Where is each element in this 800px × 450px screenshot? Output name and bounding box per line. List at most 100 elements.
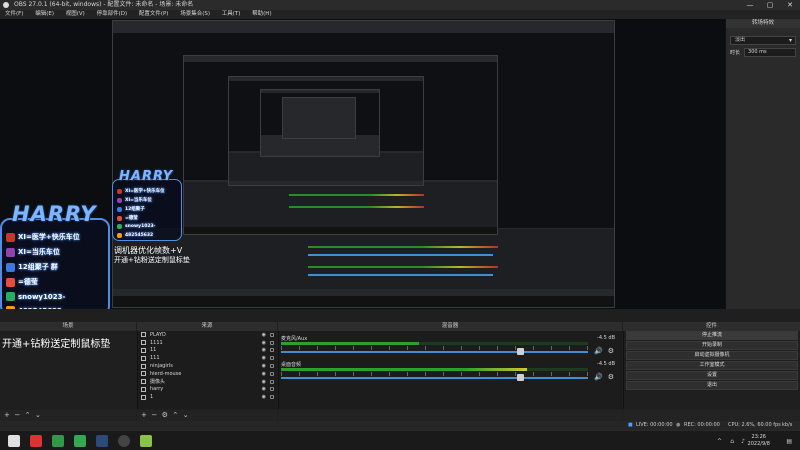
lock-icon <box>270 364 274 369</box>
title-bar: OBS 27.0.1 (64-bit, windows) - 配置文件: 未命名… <box>0 0 800 10</box>
channel-db: -4.5 dB <box>597 335 615 341</box>
text-source-icon <box>141 340 146 346</box>
source-item[interactable]: 111 ◉ <box>138 354 277 362</box>
network-icon[interactable]: ⌂ <box>730 438 734 445</box>
clock[interactable]: 23:26 2022/9/8 <box>748 434 770 448</box>
source-item[interactable]: 11 ◉ <box>138 347 277 355</box>
add-scene-icon[interactable]: + <box>4 411 10 419</box>
start-icon[interactable] <box>8 435 20 447</box>
menu-docks[interactable]: 停靠部件(D) <box>92 10 133 19</box>
overlay-line: XI=当乐车位 <box>6 247 60 257</box>
source-item[interactable]: 1 ◉ <box>138 393 277 401</box>
speaker-icon[interactable]: 🔊 <box>594 347 603 355</box>
start-recording-button[interactable]: 开始录制 <box>626 341 798 350</box>
netease-music-icon[interactable] <box>30 435 42 447</box>
menu-edit[interactable]: 编辑(E) <box>30 10 59 19</box>
mixer-channel-mic: 麦克风/Aux -4.5 dB 🔊 ⚙ <box>279 333 623 359</box>
menu-scene-collection[interactable]: 场景集合(S) <box>175 10 215 19</box>
media-source-icon <box>141 363 146 369</box>
sources-header: 来源 <box>137 322 277 331</box>
source-item[interactable]: PLAYD ◉ <box>138 331 277 339</box>
transition-select[interactable]: 淡出 <box>730 36 796 45</box>
eye-icon: ◉ <box>261 370 266 377</box>
move-down-icon[interactable]: ⌄ <box>35 411 41 419</box>
stop-streaming-button[interactable]: 停止推流 <box>626 331 798 340</box>
text-source-icon <box>141 332 146 338</box>
sources-toolbar: + − ⚙ ⌃ ⌄ <box>137 410 277 421</box>
settings-button[interactable]: 设置 <box>626 371 798 380</box>
eye-icon: ◉ <box>261 331 266 338</box>
volume-slider-track[interactable] <box>281 377 588 379</box>
volume-slider-knob[interactable] <box>517 374 525 381</box>
overlay-card: HARRY XI=医学+快乐车位 XI=当乐车位 12组聚子群 =德莹 snow… <box>0 202 110 309</box>
windows-taskbar: ^ ⌂ ♪ 23:26 2022/9/8 ▤ <box>0 430 800 450</box>
speaker-icon[interactable]: 🔊 <box>594 373 603 381</box>
menu-profile[interactable]: 配置文件(P) <box>134 10 174 19</box>
start-virtual-camera-button[interactable]: 启动虚拟摄像机 <box>626 351 798 360</box>
text-source-icon <box>141 347 146 353</box>
gear-icon[interactable]: ⚙ <box>608 347 614 355</box>
status-bar: ■ LIVE: 00:00:00 ● REC: 00:00:00 CPU: 2.… <box>0 421 800 430</box>
menu-view[interactable]: 视图(V) <box>61 10 90 19</box>
mixer-header: 混音器 <box>278 322 622 331</box>
controls-header: 控件 <box>623 322 800 331</box>
chevron-up-icon[interactable]: ^ <box>717 438 722 445</box>
move-up-icon[interactable]: ⌃ <box>25 411 31 419</box>
gear-icon[interactable]: ⚙ <box>608 373 614 381</box>
overlay-line: snowy1023- <box>117 224 155 229</box>
live-time: LIVE: 00:00:00 <box>636 422 673 428</box>
volume-slider-track[interactable] <box>281 351 588 353</box>
lock-icon <box>270 379 274 384</box>
nested-meter <box>308 266 498 268</box>
gear-icon[interactable]: ⚙ <box>162 411 168 419</box>
controls-toolbar <box>623 410 800 421</box>
meter-ticks <box>281 372 588 376</box>
eye-icon: ◉ <box>261 355 266 362</box>
mixer-toolbar <box>278 410 622 421</box>
sources-dock: PLAYD ◉ 1111 ◉ 11 ◉ 111 ◉ ninjagirls ◉ hierd-… <box>137 331 277 409</box>
source-item[interactable]: 1111 ◉ <box>138 339 277 347</box>
duration-input[interactable]: 300 ms <box>744 48 796 57</box>
studio-mode-button[interactable]: 工作室模式 <box>626 361 798 370</box>
remove-source-icon[interactable]: − <box>151 411 157 419</box>
overlay-line: XI=当乐车位 <box>117 197 152 203</box>
remove-scene-icon[interactable]: − <box>14 411 20 419</box>
nested-docks <box>229 153 423 181</box>
obs-icon[interactable] <box>118 435 130 447</box>
close-button[interactable]: ✕ <box>780 0 800 10</box>
menu-file[interactable]: 文件(F) <box>0 10 28 19</box>
steam-icon[interactable] <box>96 435 108 447</box>
source-item[interactable]: ninjagirls ◉ <box>138 362 277 370</box>
notifications-icon[interactable]: ▤ <box>786 438 792 445</box>
menu-help[interactable]: 帮助(H) <box>247 10 276 19</box>
minimize-button[interactable]: — <box>740 0 760 10</box>
camera-source-icon <box>141 379 146 385</box>
wegame-icon[interactable] <box>140 435 152 447</box>
add-source-icon[interactable]: + <box>141 411 147 419</box>
overlay-line: XI=医学+快乐车位 <box>117 188 165 194</box>
overlay-line: snowy1023- <box>6 292 65 301</box>
transitions-title: 转场特效 <box>726 19 800 28</box>
source-item[interactable]: 摄像头 ◉ <box>138 378 277 386</box>
source-item[interactable]: harry ◉ <box>138 386 277 394</box>
maximize-button[interactable]: ▢ <box>760 0 780 10</box>
lock-icon <box>270 387 274 392</box>
volume-slider-knob[interactable] <box>517 348 525 355</box>
overlay-text-line2: 开通+钻粉送定制鼠标垫 <box>2 339 111 350</box>
transitions-panel: 转场特效 淡出 时长 300 ms <box>725 19 800 309</box>
move-down-icon[interactable]: ⌄ <box>183 411 189 419</box>
obs-icon <box>3 2 9 8</box>
preview-canvas[interactable]: HARRY XI=医学+快乐车位 XI=当乐车位 12组聚子 =德莹 snowy… <box>0 19 725 309</box>
move-up-icon[interactable]: ⌃ <box>172 411 178 419</box>
overlay-line: 482545632 <box>117 233 153 238</box>
channel-name: 麦克风/Aux <box>281 336 308 342</box>
image-source-icon <box>141 355 146 361</box>
qq-music-icon[interactable] <box>74 435 86 447</box>
menu-tools[interactable]: 工具(T) <box>217 10 246 19</box>
source-item[interactable]: hierd-mouse ◉ <box>138 370 277 378</box>
nested-meter <box>308 246 498 248</box>
chrome-icon[interactable] <box>52 435 64 447</box>
volume-icon[interactable]: ♪ <box>741 438 745 445</box>
exit-button[interactable]: 退出 <box>626 381 798 390</box>
rec-time: REC: 00:00:00 <box>684 422 720 428</box>
